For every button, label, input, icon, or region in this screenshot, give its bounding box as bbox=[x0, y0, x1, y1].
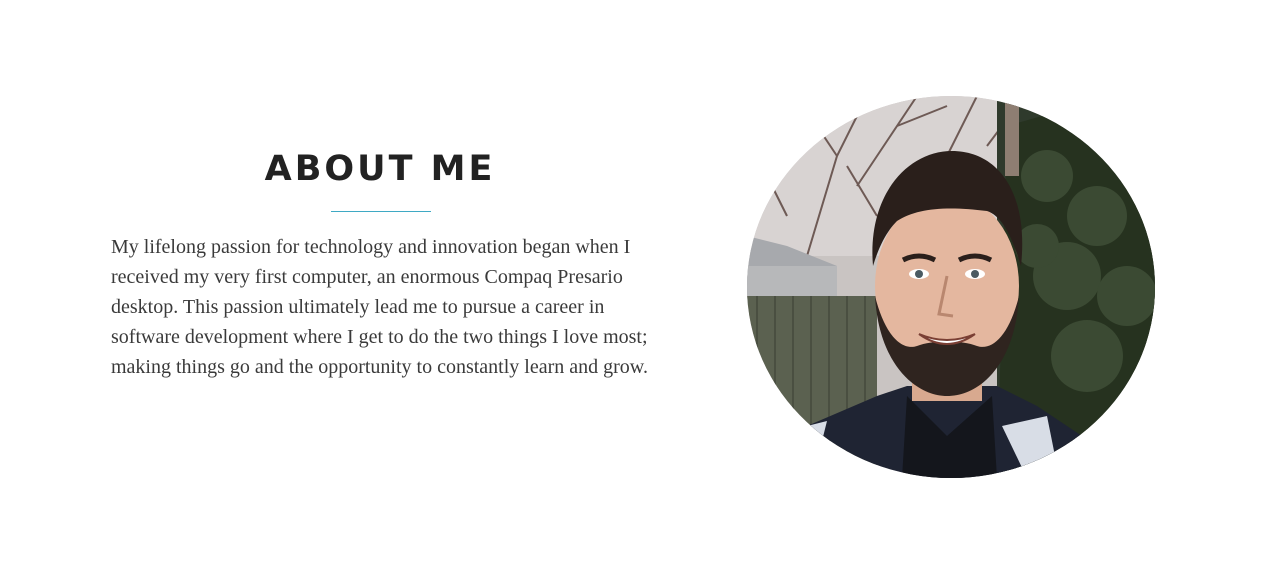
heading-divider bbox=[331, 211, 431, 212]
about-bio: My lifelong passion for technology and i… bbox=[111, 236, 648, 378]
about-heading: ABOUT ME bbox=[264, 149, 496, 189]
profile-photo bbox=[747, 96, 1155, 478]
about-section: ABOUT ME My lifelong passion for technol… bbox=[0, 0, 1283, 574]
